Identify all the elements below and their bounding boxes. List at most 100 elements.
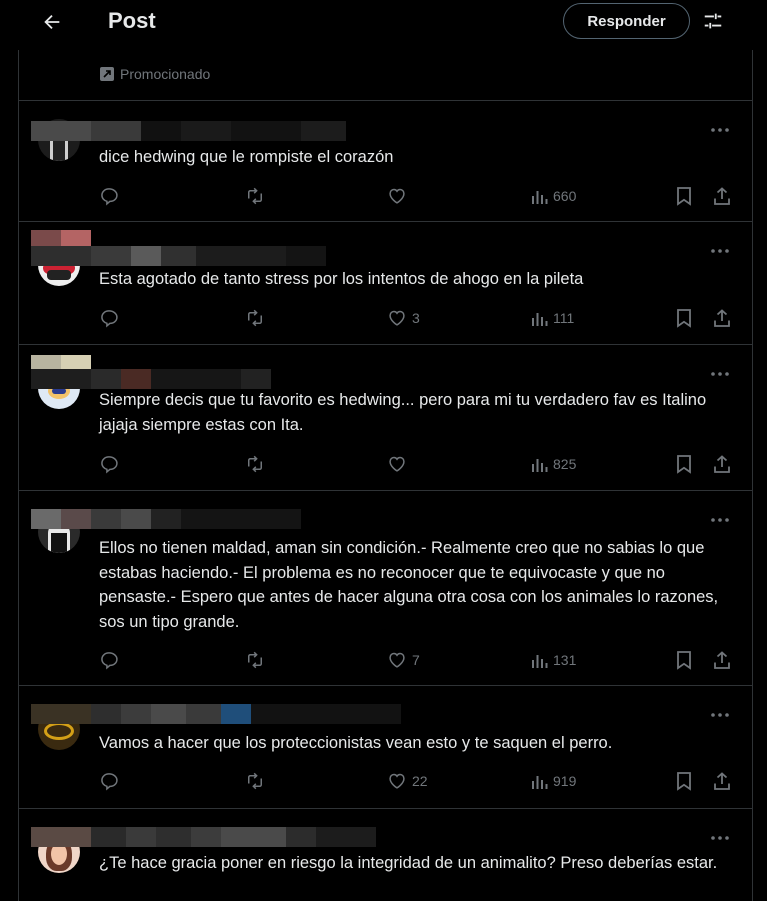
reply-text: Siempre decis que tu favorito es hedwing… bbox=[99, 391, 707, 434]
reply-item[interactable]: Siempre decis que tu favorito es hedwing… bbox=[19, 344, 752, 490]
promoted-text: Promocionado bbox=[120, 66, 211, 82]
bookmark-button[interactable] bbox=[675, 306, 693, 330]
ellipsis-icon bbox=[711, 128, 729, 132]
comment-button[interactable] bbox=[99, 648, 119, 672]
more-options-button[interactable] bbox=[708, 242, 732, 260]
repost-button[interactable] bbox=[244, 769, 266, 793]
like-button[interactable]: 22 bbox=[386, 769, 428, 793]
heart-icon bbox=[389, 773, 405, 789]
views-button[interactable]: 111 bbox=[531, 306, 574, 330]
comment-icon bbox=[101, 773, 118, 791]
back-button[interactable] bbox=[36, 6, 68, 38]
sliders-icon bbox=[704, 13, 722, 29]
arrow-left-icon bbox=[44, 14, 60, 30]
bookmark-button[interactable] bbox=[675, 452, 693, 476]
views-button[interactable]: 660 bbox=[531, 184, 576, 208]
views-button[interactable]: 131 bbox=[531, 648, 576, 672]
reply-actions: 660 bbox=[99, 184, 744, 208]
more-options-button[interactable] bbox=[708, 511, 732, 529]
author-name-redacted[interactable] bbox=[31, 704, 401, 724]
more-options-button[interactable] bbox=[708, 365, 732, 383]
views-chart-icon bbox=[532, 776, 548, 789]
views-chart-icon bbox=[532, 655, 548, 668]
heart-icon bbox=[389, 652, 405, 668]
repost-icon bbox=[248, 309, 262, 327]
reply-item[interactable]: Vamos a hacer que los proteccionistas ve… bbox=[19, 685, 752, 808]
page-title: Post bbox=[108, 8, 156, 33]
bookmark-button[interactable] bbox=[675, 648, 693, 672]
views-count: 131 bbox=[553, 652, 577, 668]
author-handle-redacted[interactable] bbox=[31, 369, 271, 389]
repost-button[interactable] bbox=[244, 452, 266, 476]
ellipsis-icon bbox=[711, 713, 729, 717]
repost-icon bbox=[248, 455, 262, 473]
share-button[interactable] bbox=[712, 648, 732, 672]
bookmark-icon bbox=[677, 187, 691, 206]
settings-button[interactable] bbox=[698, 6, 728, 36]
author-name-redacted[interactable] bbox=[31, 509, 301, 529]
more-options-button[interactable] bbox=[708, 121, 732, 139]
share-icon bbox=[714, 455, 730, 473]
like-count: 3 bbox=[412, 310, 420, 326]
share-icon bbox=[714, 651, 730, 669]
repost-icon bbox=[248, 772, 262, 790]
share-button[interactable] bbox=[712, 184, 732, 208]
comment-button[interactable] bbox=[99, 452, 119, 476]
share-button[interactable] bbox=[712, 769, 732, 793]
like-button[interactable] bbox=[386, 452, 412, 476]
bookmark-icon bbox=[677, 309, 691, 328]
views-count: 111 bbox=[553, 310, 575, 326]
reply-actions: 22 919 bbox=[99, 769, 744, 793]
views-button[interactable]: 825 bbox=[531, 452, 576, 476]
repost-button[interactable] bbox=[244, 648, 266, 672]
reply-text: ¿Te hace gracia poner en riesgo la integ… bbox=[99, 854, 718, 872]
share-button[interactable] bbox=[712, 306, 732, 330]
views-chart-icon bbox=[532, 313, 548, 326]
views-count: 825 bbox=[553, 456, 577, 472]
bookmark-button[interactable] bbox=[675, 769, 693, 793]
ellipsis-icon bbox=[711, 836, 729, 840]
promoted-icon bbox=[100, 67, 114, 81]
more-options-button[interactable] bbox=[708, 829, 732, 847]
share-icon bbox=[714, 187, 730, 205]
like-button[interactable] bbox=[386, 184, 412, 208]
repost-icon bbox=[248, 187, 262, 205]
reply-text: Ellos no tienen maldad, aman sin condici… bbox=[99, 539, 719, 631]
reply-text: Vamos a hacer que los proteccionistas ve… bbox=[99, 734, 613, 752]
comment-icon bbox=[101, 652, 118, 670]
author-name-redacted[interactable] bbox=[31, 827, 376, 847]
header: Post Responder bbox=[0, 0, 767, 50]
views-count: 660 bbox=[553, 188, 577, 204]
share-icon bbox=[714, 309, 730, 327]
heart-icon bbox=[389, 310, 405, 326]
views-count: 919 bbox=[553, 773, 577, 789]
comment-button[interactable] bbox=[99, 184, 119, 208]
reply-button[interactable]: Responder bbox=[563, 3, 690, 39]
comment-icon bbox=[101, 310, 118, 328]
repost-button[interactable] bbox=[244, 184, 266, 208]
repost-button[interactable] bbox=[244, 306, 266, 330]
author-handle-redacted[interactable] bbox=[31, 246, 326, 266]
like-button[interactable]: 3 bbox=[386, 306, 420, 330]
views-button[interactable]: 919 bbox=[531, 769, 576, 793]
more-options-button[interactable] bbox=[708, 706, 732, 724]
bookmark-icon bbox=[677, 651, 691, 670]
comment-button[interactable] bbox=[99, 306, 119, 330]
comment-icon bbox=[101, 456, 118, 474]
ellipsis-icon bbox=[711, 372, 729, 376]
reply-item[interactable]: Ellos no tienen maldad, aman sin condici… bbox=[19, 490, 752, 685]
like-button[interactable]: 7 bbox=[386, 648, 420, 672]
heart-icon bbox=[389, 456, 405, 472]
reply-item[interactable]: Esta agotado de tanto stress por los int… bbox=[19, 221, 752, 344]
share-button[interactable] bbox=[712, 452, 732, 476]
bookmark-icon bbox=[677, 772, 691, 791]
author-name-redacted[interactable] bbox=[31, 121, 346, 141]
page: Post Responder Promocionado dice hedwing… bbox=[0, 0, 767, 901]
reply-text: Esta agotado de tanto stress por los int… bbox=[99, 270, 584, 288]
bookmark-button[interactable] bbox=[675, 184, 693, 208]
reply-item[interactable]: ¿Te hace gracia poner en riesgo la integ… bbox=[19, 808, 752, 901]
promoted-label: Promocionado bbox=[100, 66, 210, 82]
reply-actions: 825 bbox=[99, 452, 744, 476]
reply-item[interactable]: dice hedwing que le rompiste el corazón … bbox=[19, 100, 752, 221]
comment-button[interactable] bbox=[99, 769, 119, 793]
